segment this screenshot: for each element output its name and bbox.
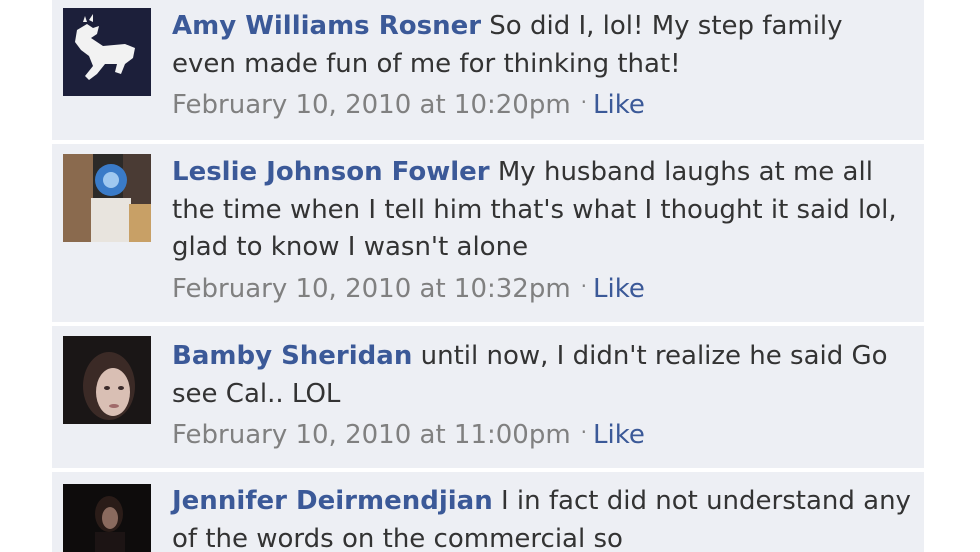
profile-photo-image: [63, 154, 151, 242]
comment-timestamp[interactable]: February 10, 2010 at 11:00pm: [172, 420, 571, 450]
comment-meta: February 10, 2010 at 10:20pm · Like: [172, 87, 912, 126]
profile-photo-image: [63, 336, 151, 424]
like-link[interactable]: Like: [593, 420, 645, 450]
comment-text-block: Leslie Johnson Fowler My husband laughs …: [172, 154, 912, 267]
comment-timestamp[interactable]: February 10, 2010 at 10:20pm: [172, 90, 571, 120]
meta-separator: ·: [580, 420, 588, 444]
deer-avatar-image: [63, 8, 151, 96]
comment-author-link[interactable]: Amy Williams Rosner: [172, 11, 481, 41]
comment-meta: February 10, 2010 at 11:00pm · Like: [172, 417, 912, 456]
avatar[interactable]: [63, 336, 151, 424]
comment-author-link[interactable]: Bamby Sheridan: [172, 341, 412, 371]
like-link[interactable]: Like: [593, 90, 645, 120]
comment-body: Jennifer Deirmendjian I in fact did not …: [172, 483, 912, 552]
avatar[interactable]: [63, 8, 151, 96]
avatar[interactable]: [63, 154, 151, 242]
comment-text-block: Jennifer Deirmendjian I in fact did not …: [172, 483, 912, 552]
comment-text-block: Amy Williams Rosner So did I, lol! My st…: [172, 8, 912, 83]
comment-author-link[interactable]: Leslie Johnson Fowler: [172, 157, 490, 187]
comment-text-block: Bamby Sheridan until now, I didn't reali…: [172, 338, 912, 413]
comment-body: Bamby Sheridan until now, I didn't reali…: [172, 338, 912, 456]
comment-timestamp[interactable]: February 10, 2010 at 10:32pm: [172, 274, 571, 304]
comment-body: Amy Williams Rosner So did I, lol! My st…: [172, 8, 912, 126]
comment-item: Leslie Johnson Fowler My husband laughs …: [52, 144, 924, 322]
avatar[interactable]: [63, 484, 151, 552]
like-link[interactable]: Like: [593, 274, 645, 304]
comment-feed: Amy Williams Rosner So did I, lol! My st…: [52, 0, 924, 552]
comment-item: Jennifer Deirmendjian I in fact did not …: [52, 472, 924, 552]
comment-meta: February 10, 2010 at 10:32pm · Like: [172, 271, 912, 310]
meta-separator: ·: [580, 273, 588, 298]
comment-item: Bamby Sheridan until now, I didn't reali…: [52, 326, 924, 468]
comment-body: Leslie Johnson Fowler My husband laughs …: [172, 154, 912, 309]
meta-separator: ·: [580, 90, 588, 114]
comment-author-link[interactable]: Jennifer Deirmendjian: [172, 486, 493, 516]
profile-photo-image: [63, 484, 151, 552]
comment-item: Amy Williams Rosner So did I, lol! My st…: [52, 0, 924, 140]
